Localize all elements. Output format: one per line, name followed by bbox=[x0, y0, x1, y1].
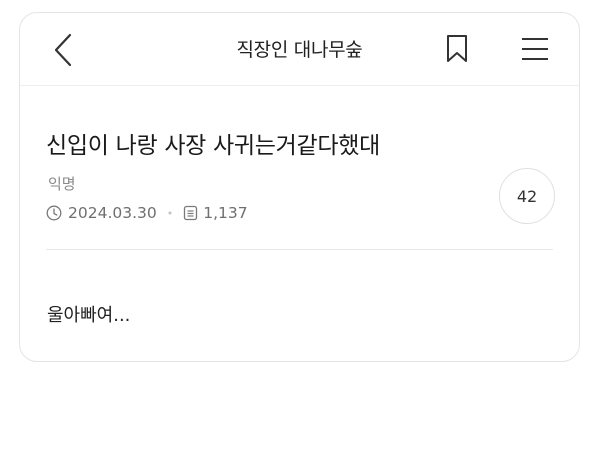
meta-separator: • bbox=[166, 206, 174, 220]
hamburger-menu-icon bbox=[522, 38, 548, 60]
post-card: 직장인 대나무숲 신입이 나랑 사장 사귀는거같다했대 익명 2024.03.3… bbox=[19, 12, 580, 362]
menu-button[interactable] bbox=[520, 35, 550, 63]
content-divider bbox=[46, 249, 553, 250]
post-title: 신입이 나랑 사장 사귀는거같다했대 bbox=[46, 133, 380, 159]
top-bar: 직장인 대나무숲 bbox=[20, 13, 579, 85]
view-count: 1,137 bbox=[203, 204, 248, 222]
comment-count: 42 bbox=[516, 186, 538, 206]
post-date: 2024.03.30 bbox=[68, 204, 157, 222]
view-count-icon bbox=[184, 205, 198, 221]
post-body: 울아빠여... bbox=[47, 305, 131, 326]
post-author: 익명 bbox=[48, 175, 76, 193]
clock-icon bbox=[46, 205, 62, 221]
post-meta: 2024.03.30 • 1,137 bbox=[46, 203, 248, 223]
bookmark-button[interactable] bbox=[444, 34, 470, 64]
bookmark-icon bbox=[447, 35, 467, 62]
comment-count-button[interactable]: 42 bbox=[499, 168, 555, 224]
header-divider bbox=[20, 85, 579, 86]
page-title: 직장인 대나무숲 bbox=[236, 39, 363, 61]
